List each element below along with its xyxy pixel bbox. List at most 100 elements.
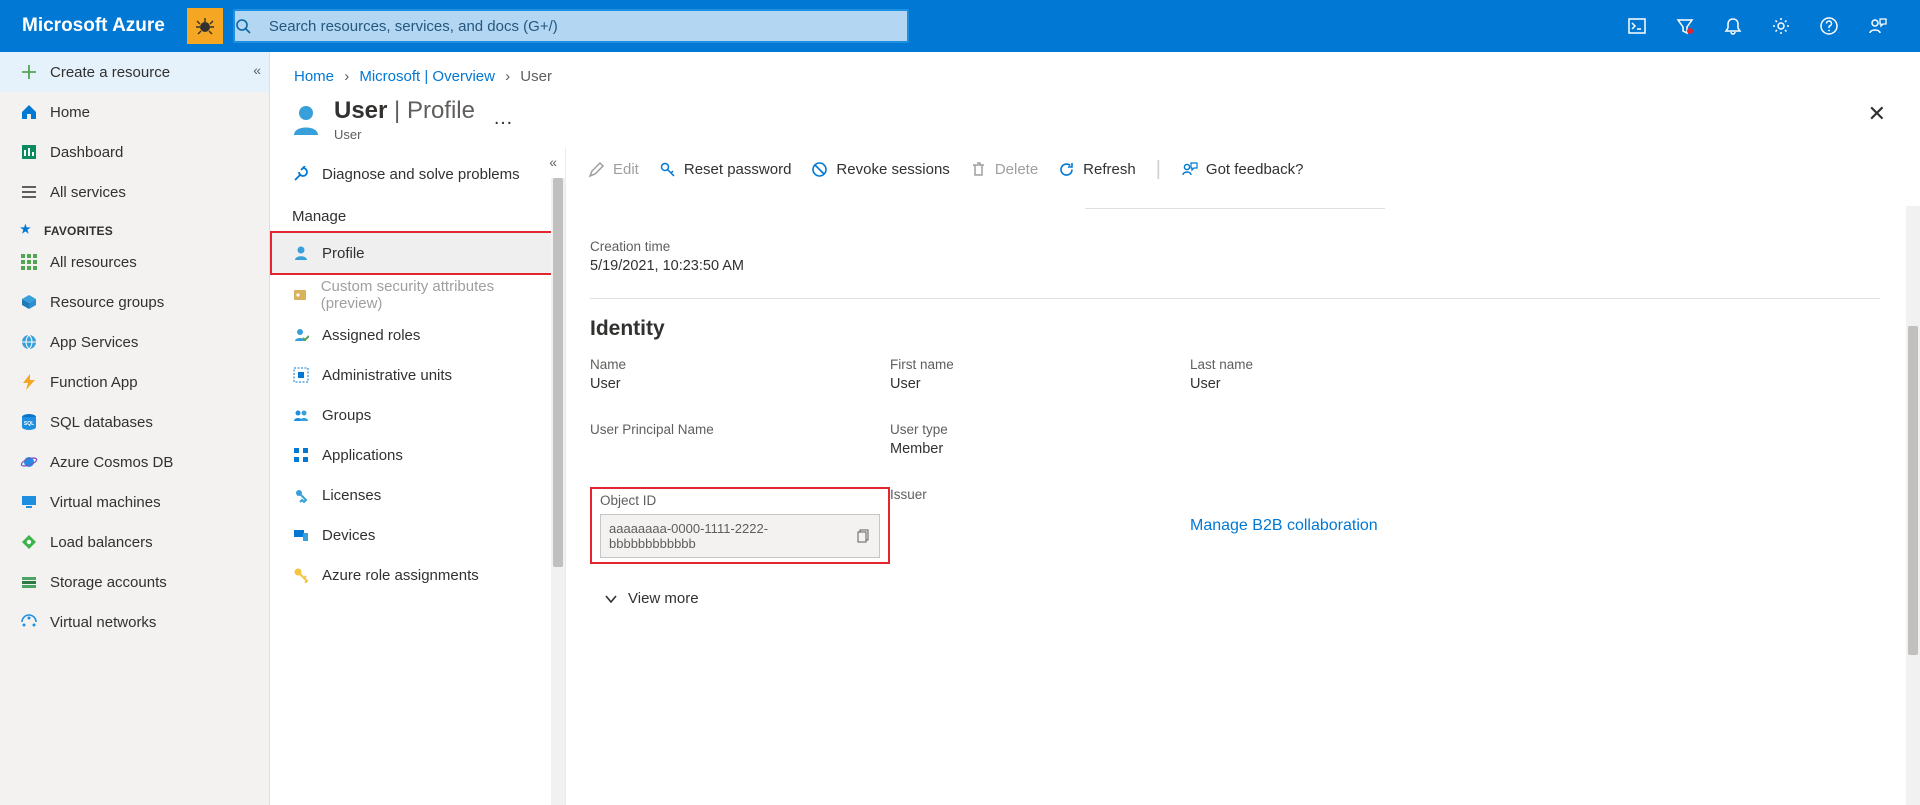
user-type-label: User type	[890, 422, 1190, 437]
search-box[interactable]	[233, 9, 909, 43]
subnav-azure-roles[interactable]: Azure role assignments	[270, 555, 565, 595]
cmd-reset-password[interactable]: Reset password	[659, 161, 792, 178]
nav-virtual-networks[interactable]: Virtual networks	[0, 602, 269, 642]
more-actions-icon[interactable]: …	[493, 107, 513, 130]
globe-icon	[20, 333, 38, 351]
content-scrollbar[interactable]	[1906, 206, 1920, 805]
badge-icon	[292, 287, 309, 303]
filter-icon[interactable]	[1662, 0, 1708, 52]
help-icon[interactable]	[1806, 0, 1852, 52]
subnav-licenses[interactable]: Licenses	[270, 475, 565, 515]
first-name-label: First name	[890, 357, 1190, 372]
grid-icon	[20, 253, 38, 271]
subnav-applications[interactable]: Applications	[270, 435, 565, 475]
nav-app-services[interactable]: App Services	[0, 322, 269, 362]
cmd-revoke-sessions[interactable]: Revoke sessions	[811, 161, 949, 178]
bell-icon[interactable]	[1710, 0, 1756, 52]
subnav-label: Profile	[322, 245, 365, 262]
last-name-value: User	[1190, 376, 1490, 392]
people-icon	[292, 407, 310, 423]
svg-text:SQL: SQL	[24, 421, 34, 427]
nav-sql-databases[interactable]: SQLSQL databases	[0, 402, 269, 442]
cloud-shell-icon[interactable]	[1614, 0, 1660, 52]
subnav-admin-units[interactable]: Administrative units	[270, 355, 565, 395]
nav-label: Storage accounts	[50, 574, 167, 591]
wrench-icon	[292, 166, 310, 182]
gear-icon[interactable]	[1758, 0, 1804, 52]
key-icon	[292, 567, 310, 583]
object-id-label: Object ID	[600, 493, 880, 508]
block-icon	[811, 161, 828, 178]
top-bar: Microsoft Azure	[0, 0, 1920, 52]
star-icon: ★	[20, 222, 31, 236]
nav-home[interactable]: Home	[0, 92, 269, 132]
nav-all-services[interactable]: All services	[0, 172, 269, 212]
license-icon	[292, 487, 310, 503]
last-name-label: Last name	[1190, 357, 1490, 372]
subnav-devices[interactable]: Devices	[270, 515, 565, 555]
subnav-label: Assigned roles	[322, 327, 420, 344]
page-title: User | Profile	[334, 97, 475, 125]
user-icon	[288, 101, 324, 137]
cmd-feedback[interactable]: Got feedback?	[1181, 161, 1304, 178]
nav-cosmos-db[interactable]: Azure Cosmos DB	[0, 442, 269, 482]
nav-label: Create a resource	[50, 64, 170, 81]
search-input[interactable]	[269, 18, 907, 35]
blade-header: User | Profile User … ✕	[270, 95, 1920, 148]
command-bar: Edit Reset password Revoke sessions Dele…	[566, 148, 1904, 195]
nav-function-app[interactable]: Function App	[0, 362, 269, 402]
cmd-refresh[interactable]: Refresh	[1058, 161, 1136, 178]
crumb-home[interactable]: Home	[294, 68, 334, 85]
subnav-label: Administrative units	[322, 367, 452, 384]
nav-label: Virtual networks	[50, 614, 156, 631]
nav-load-balancers[interactable]: Load balancers	[0, 522, 269, 562]
search-icon	[235, 18, 269, 34]
creation-time-label: Creation time	[590, 239, 1880, 254]
identity-grid: Name User First name User Last name User	[590, 357, 1880, 564]
favorites-header: ★ FAVORITES	[0, 212, 269, 242]
copy-icon[interactable]	[857, 529, 871, 543]
home-icon	[20, 103, 38, 121]
subnav-custom-security: Custom security attributes (preview)	[270, 275, 565, 315]
chevron-down-icon	[604, 592, 618, 606]
name-value: User	[590, 376, 890, 392]
name-label: Name	[590, 357, 890, 372]
nav-storage-accounts[interactable]: Storage accounts	[0, 562, 269, 602]
issuer-label: Issuer	[890, 487, 1190, 502]
subnav-profile[interactable]: Profile	[270, 231, 565, 275]
nav-create-resource[interactable]: Create a resource	[0, 52, 269, 92]
subnav-label: Azure role assignments	[322, 567, 479, 584]
sql-icon: SQL	[20, 413, 38, 431]
close-icon[interactable]: ✕	[1858, 97, 1896, 131]
nav-all-resources[interactable]: All resources	[0, 242, 269, 282]
cube-icon	[20, 293, 38, 311]
nav-label: App Services	[50, 334, 138, 351]
devices-icon	[292, 527, 310, 543]
subnav-assigned-roles[interactable]: Assigned roles	[270, 315, 565, 355]
view-more-toggle[interactable]: View more	[590, 590, 1880, 607]
vm-icon	[20, 493, 38, 511]
person-check-icon	[292, 327, 310, 343]
collapse-subnav-icon[interactable]: «	[549, 154, 557, 170]
dashboard-icon	[20, 143, 38, 161]
object-id-field: aaaaaaaa-0000-1111-2222-bbbbbbbbbbbb	[600, 514, 880, 558]
subnav-diagnose[interactable]: Diagnose and solve problems	[270, 154, 565, 194]
subnav-scrollbar[interactable]	[551, 178, 565, 805]
subnav-label: Groups	[322, 407, 371, 424]
nav-virtual-machines[interactable]: Virtual machines	[0, 482, 269, 522]
collapse-left-icon[interactable]: «	[253, 62, 261, 78]
list-icon	[20, 183, 38, 201]
top-icon-bar	[1614, 0, 1920, 52]
manage-b2b-link[interactable]: Manage B2B collaboration	[1190, 517, 1378, 534]
breadcrumb: Home › Microsoft | Overview › User	[270, 52, 1920, 95]
nav-dashboard[interactable]: Dashboard	[0, 132, 269, 172]
nav-label: Load balancers	[50, 534, 153, 551]
photo-placeholder	[1085, 199, 1385, 209]
subnav-label: Licenses	[322, 487, 381, 504]
creation-time-value: 5/19/2021, 10:23:50 AM	[590, 258, 1880, 274]
bug-icon[interactable]	[187, 8, 223, 44]
crumb-overview[interactable]: Microsoft | Overview	[359, 68, 495, 85]
nav-resource-groups[interactable]: Resource groups	[0, 282, 269, 322]
subnav-groups[interactable]: Groups	[270, 395, 565, 435]
feedback-person-icon[interactable]	[1854, 0, 1900, 52]
